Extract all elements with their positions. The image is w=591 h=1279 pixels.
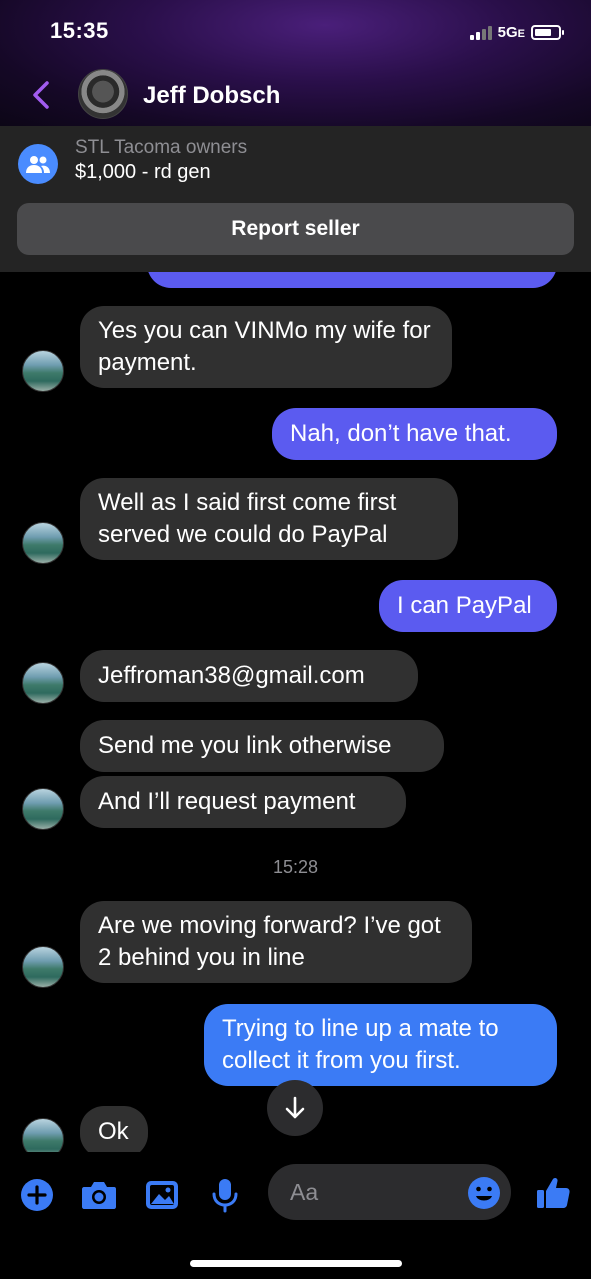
camera-button[interactable] — [80, 1176, 118, 1214]
sender-avatar[interactable] — [22, 1118, 64, 1152]
gallery-button[interactable] — [143, 1176, 181, 1214]
camera-icon — [82, 1182, 116, 1209]
status-time: 15:35 — [50, 18, 109, 43]
image-icon — [146, 1181, 178, 1209]
battery-icon — [531, 24, 564, 40]
group-icon — [18, 144, 58, 184]
listing-price-title: $1,000 - rd gen — [75, 161, 211, 183]
home-indicator — [190, 1260, 402, 1267]
sender-avatar[interactable] — [22, 350, 64, 392]
marketplace-listing-banner[interactable]: STL Tacoma owners $1,000 - rd gen Report… — [0, 126, 591, 272]
chevron-left-icon — [33, 81, 49, 109]
message-bubble-incoming[interactable]: And I’ll request payment — [80, 776, 406, 828]
emoji-button[interactable] — [467, 1176, 501, 1210]
message-bubble-incoming[interactable]: Are we moving forward? I’ve got 2 behind… — [80, 901, 472, 983]
message-bubble-incoming[interactable]: Ok — [80, 1106, 148, 1152]
emoji-icon — [468, 1177, 500, 1209]
like-button[interactable] — [534, 1174, 572, 1212]
message-bubble-incoming[interactable]: Well as I said first come first served w… — [80, 478, 458, 560]
add-icon — [21, 1179, 53, 1211]
message-bubble-outgoing[interactable]: Trying to line up a mate to collect it f… — [204, 1004, 557, 1086]
message-thread[interactable]: Yes you can VINMo my wife for payment. N… — [0, 272, 591, 1152]
voice-message-button[interactable] — [206, 1176, 244, 1214]
contact-name[interactable]: Jeff Dobsch — [143, 82, 280, 110]
scroll-to-bottom-button[interactable] — [267, 1080, 323, 1136]
message-bubble-outgoing[interactable]: Nah, don’t have that. — [272, 408, 557, 460]
report-seller-button[interactable]: Report seller — [17, 203, 574, 255]
sender-avatar[interactable] — [22, 788, 64, 830]
microphone-icon — [212, 1179, 238, 1213]
sender-avatar[interactable] — [22, 522, 64, 564]
sender-avatar[interactable] — [22, 946, 64, 988]
message-bubble-outgoing[interactable]: I can PayPal — [379, 580, 557, 632]
arrow-down-icon — [285, 1096, 305, 1119]
chat-header: 15:35 5GE Jeff Dobsch — [0, 0, 591, 126]
back-button[interactable] — [28, 78, 54, 112]
message-bubble-partial — [147, 272, 557, 288]
add-button[interactable] — [18, 1176, 56, 1214]
message-timestamp: 15:28 — [272, 857, 319, 877]
thumbs-up-icon — [537, 1177, 570, 1208]
contact-avatar[interactable] — [78, 69, 128, 119]
message-bubble-incoming[interactable]: Send me you link otherwise — [80, 720, 444, 772]
message-bubble-incoming[interactable]: Jeffroman38@gmail.com — [80, 650, 418, 702]
signal-icon — [469, 24, 492, 40]
message-composer — [0, 1152, 591, 1279]
message-bubble-incoming[interactable]: Yes you can VINMo my wife for payment. — [80, 306, 452, 388]
network-type: 5GE — [497, 23, 525, 41]
status-indicators: 5GE — [469, 22, 564, 42]
sender-avatar[interactable] — [22, 662, 64, 704]
listing-group-name: STL Tacoma owners — [75, 137, 248, 158]
